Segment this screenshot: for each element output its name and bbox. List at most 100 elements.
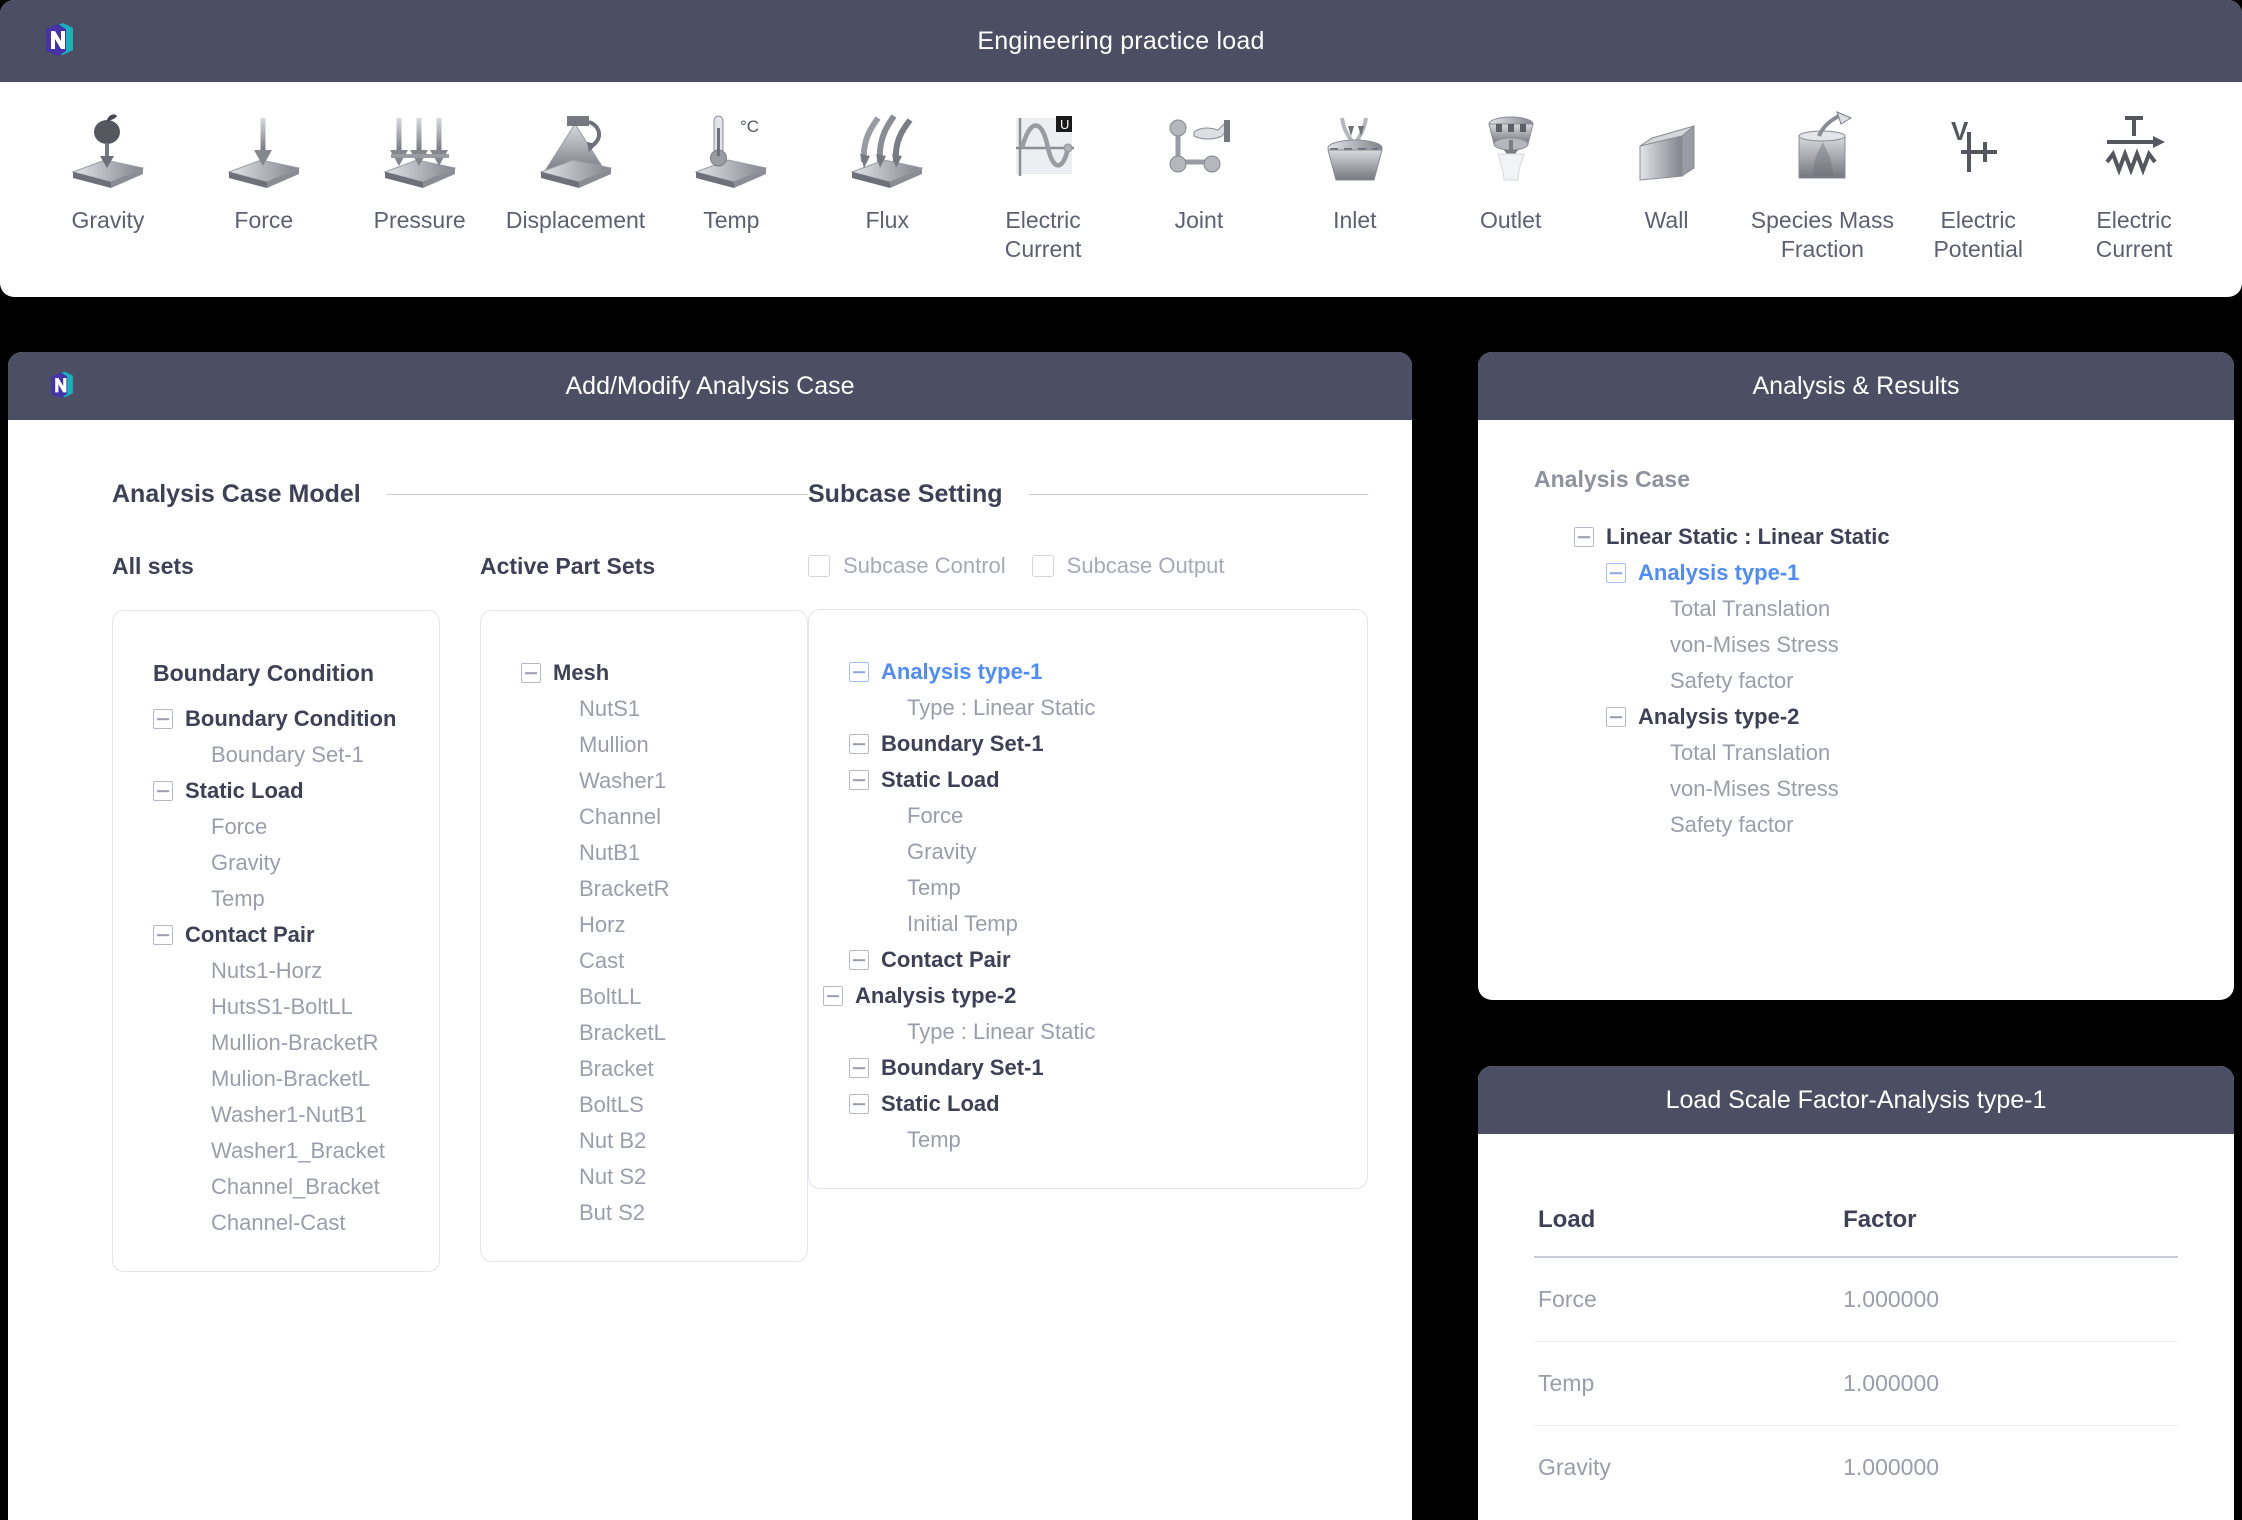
- toolbar-item-force[interactable]: Force: [186, 110, 342, 235]
- tree-leaf[interactable]: Initial Temp: [809, 906, 1367, 942]
- collapse-toggle-icon[interactable]: [1574, 527, 1594, 547]
- all-sets-listbox[interactable]: Boundary Condition Boundary Condition Boun…: [112, 610, 440, 1272]
- tree-node[interactable]: Boundary Condition: [113, 655, 439, 701]
- tree-node[interactable]: Analysis type-2: [1534, 699, 2178, 735]
- tree-item-label: NutB1: [579, 840, 641, 865]
- tree-node[interactable]: Linear Static : Linear Static: [1534, 519, 2178, 555]
- tree-leaf[interactable]: Temp: [809, 1122, 1367, 1158]
- tree-node[interactable]: Contact Pair: [809, 942, 1367, 978]
- collapse-toggle-icon[interactable]: [153, 709, 173, 729]
- collapse-toggle-icon[interactable]: [849, 1094, 869, 1114]
- collapse-toggle-icon[interactable]: [153, 781, 173, 801]
- tree-leaf[interactable]: BracketR: [481, 871, 807, 907]
- checkbox-box-icon[interactable]: [1031, 555, 1054, 577]
- toolbar-item-joint[interactable]: Joint: [1121, 110, 1277, 235]
- tree-leaf[interactable]: Mulion-BracketL: [113, 1061, 439, 1097]
- collapse-toggle-icon[interactable]: [849, 734, 869, 754]
- tree-leaf[interactable]: Channel-Cast: [113, 1205, 439, 1241]
- tree-node[interactable]: Analysis type-1: [1534, 555, 2178, 591]
- tree-leaf[interactable]: Washer1: [481, 763, 807, 799]
- table-row[interactable]: Gravity 1.000000: [1534, 1426, 2178, 1510]
- factor-value-cell[interactable]: 1.000000: [1843, 1426, 2178, 1510]
- tree-leaf[interactable]: von-Mises Stress: [1534, 771, 2178, 807]
- tree-leaf[interactable]: Safety factor: [1534, 663, 2178, 699]
- tree-leaf[interactable]: Nuts1-Horz: [113, 953, 439, 989]
- tree-leaf[interactable]: Channel: [481, 799, 807, 835]
- table-row[interactable]: Temp 1.000000: [1534, 1341, 2178, 1426]
- collapse-toggle-icon[interactable]: [823, 986, 843, 1006]
- collapse-toggle-icon[interactable]: [849, 662, 869, 682]
- collapse-toggle-icon[interactable]: [1606, 707, 1626, 727]
- tree-leaf[interactable]: Gravity: [809, 834, 1367, 870]
- tree-item-label: Linear Static : Linear Static: [1606, 524, 1890, 549]
- checkbox-subcase-control[interactable]: Subcase Control: [808, 553, 1006, 579]
- tree-node[interactable]: Static Load: [809, 1086, 1367, 1122]
- tree-node[interactable]: Boundary Condition: [113, 701, 439, 737]
- tree-leaf[interactable]: Cast: [481, 943, 807, 979]
- tree-leaf[interactable]: Force: [809, 798, 1367, 834]
- tree-leaf[interactable]: Mullion: [481, 727, 807, 763]
- tree-leaf[interactable]: Gravity: [113, 845, 439, 881]
- factor-value-cell[interactable]: 1.000000: [1843, 1257, 2178, 1342]
- tree-leaf[interactable]: Type : Linear Static: [809, 1014, 1367, 1050]
- tree-leaf[interactable]: BracketL: [481, 1015, 807, 1051]
- tree-leaf[interactable]: Force: [113, 809, 439, 845]
- tree-leaf[interactable]: BoltLS: [481, 1087, 807, 1123]
- checkbox-subcase-output[interactable]: Subcase Output: [1031, 553, 1224, 579]
- tree-leaf[interactable]: Safety factor: [1534, 807, 2178, 843]
- active-part-sets-listbox[interactable]: Mesh NutS1 Mullion Washer1 Channel NutB1 Brack…: [480, 610, 808, 1262]
- toolbar-item-gravity[interactable]: Gravity: [30, 110, 186, 235]
- tree-leaf[interactable]: Mullion-BracketR: [113, 1025, 439, 1061]
- tree-node[interactable]: Analysis type-1: [809, 654, 1367, 690]
- toolbar-item-temp[interactable]: °C Temp: [653, 110, 809, 235]
- tree-leaf[interactable]: Total Translation: [1534, 735, 2178, 771]
- toolbar-item-flux[interactable]: Flux: [809, 110, 965, 235]
- tree-leaf[interactable]: von-Mises Stress: [1534, 627, 2178, 663]
- toolbar-item-inlet[interactable]: Inlet: [1277, 110, 1433, 235]
- tree-leaf[interactable]: Total Translation: [1534, 591, 2178, 627]
- tree-leaf[interactable]: Bracket: [481, 1051, 807, 1087]
- toolbar-item-label: Temp: [703, 207, 760, 233]
- tree-leaf[interactable]: Washer1_Bracket: [113, 1133, 439, 1169]
- tree-leaf[interactable]: Temp: [809, 870, 1367, 906]
- toolbar-item-species-mass-fraction[interactable]: Species Mass Fraction: [1744, 110, 1900, 264]
- tree-leaf[interactable]: BoltLL: [481, 979, 807, 1015]
- toolbar-item-pressure[interactable]: Pressure: [342, 110, 498, 235]
- tree-leaf[interactable]: NutS1: [481, 691, 807, 727]
- tree-leaf[interactable]: Washer1-NutB1: [113, 1097, 439, 1133]
- tree-node[interactable]: Analysis type-2: [809, 978, 1367, 1014]
- subcase-tree-listbox[interactable]: Analysis type-1 Type : Linear Static Bound…: [808, 609, 1368, 1189]
- collapse-toggle-icon[interactable]: [849, 770, 869, 790]
- tree-leaf[interactable]: NutB1: [481, 835, 807, 871]
- factor-value-cell[interactable]: 1.000000: [1843, 1341, 2178, 1426]
- toolbar-item-electric-potential[interactable]: V Electric Potential: [1900, 110, 2056, 264]
- tree-leaf[interactable]: Temp: [113, 881, 439, 917]
- collapse-toggle-icon[interactable]: [153, 925, 173, 945]
- tree-leaf[interactable]: Nut S2: [481, 1159, 807, 1195]
- collapse-toggle-icon[interactable]: [849, 950, 869, 970]
- tree-leaf[interactable]: Nut B2: [481, 1123, 807, 1159]
- tree-leaf[interactable]: But S2: [481, 1195, 807, 1231]
- tree-leaf[interactable]: Channel_Bracket: [113, 1169, 439, 1205]
- collapse-toggle-icon[interactable]: [849, 1058, 869, 1078]
- tree-leaf[interactable]: Boundary Set-1: [113, 737, 439, 773]
- toolbar-item-wall[interactable]: Wall: [1589, 110, 1745, 235]
- tree-node[interactable]: Mesh: [481, 655, 807, 691]
- toolbar-item-displacement[interactable]: Displacement: [498, 110, 654, 235]
- tree-leaf[interactable]: Horz: [481, 907, 807, 943]
- tree-leaf[interactable]: Type : Linear Static: [809, 690, 1367, 726]
- collapse-toggle-icon[interactable]: [1606, 563, 1626, 583]
- toolbar-item-electric-current[interactable]: U Electric Current: [965, 110, 1121, 264]
- analysis-results-tree[interactable]: Linear Static : Linear Static Analysis ty…: [1534, 519, 2178, 843]
- toolbar-item-outlet[interactable]: Outlet: [1433, 110, 1589, 235]
- collapse-toggle-icon[interactable]: [521, 663, 541, 683]
- tree-node[interactable]: Boundary Set-1: [809, 726, 1367, 762]
- tree-node[interactable]: Static Load: [809, 762, 1367, 798]
- table-row[interactable]: Force 1.000000: [1534, 1257, 2178, 1342]
- tree-leaf[interactable]: HutsS1-BoltLL: [113, 989, 439, 1025]
- checkbox-box-icon[interactable]: [808, 555, 830, 577]
- tree-node[interactable]: Static Load: [113, 773, 439, 809]
- tree-node[interactable]: Contact Pair: [113, 917, 439, 953]
- toolbar-item-electric-current[interactable]: Electric Current: [2056, 110, 2212, 264]
- tree-node[interactable]: Boundary Set-1: [809, 1050, 1367, 1086]
